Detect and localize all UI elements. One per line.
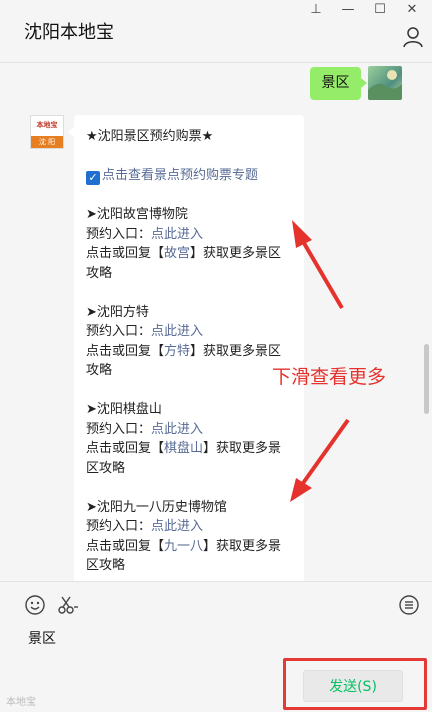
scissors-icon[interactable] [56,594,80,616]
maximize-icon[interactable]: ☐ [368,2,392,17]
entry-label: 预约入口： [86,324,152,339]
user-icon[interactable] [402,26,424,48]
entry-link[interactable]: 点此进入 [151,227,203,242]
pin-icon[interactable]: ⊥ [304,2,328,17]
close-icon[interactable]: ✕ [400,2,424,17]
avatar-bottom-text: 沈 阳 [31,136,63,148]
entry-link[interactable]: 点此进入 [151,324,203,339]
reply-prefix: 点击或回复【 [86,538,165,554]
minimize-icon[interactable]: — [336,2,360,17]
chat-scrollbar[interactable] [424,344,429,414]
entry-label: 预约入口： [86,421,152,437]
history-icon[interactable] [398,594,420,616]
section-title: ➤沈阳棋盘山 [86,402,162,417]
reply-prefix: 点击或回复【 [86,343,165,359]
my-avatar[interactable] [368,66,402,100]
entry-link[interactable]: 点此进入 [151,519,203,534]
message-input[interactable]: 景区 [28,628,56,648]
scroll-hint-annotation: 下滑查看更多 [272,366,387,388]
section-title: ➤沈阳方特 [86,304,149,320]
reply-keyword[interactable]: 九一八 [164,539,203,554]
entry-label: 预约入口： [86,226,152,242]
checkbox-icon: ✓ [86,171,100,185]
emoji-icon[interactable] [24,594,46,616]
title-bar: 沈阳本地宝 ⊥ — ☐ ✕ [0,0,432,63]
account-avatar[interactable]: 本地宝 沈 阳 [30,115,64,149]
topic-row[interactable]: ✓ 点击查看景点预约购票专题 [86,166,292,186]
reply-prefix: 点击或回复【 [86,246,165,261]
chat-title: 沈阳本地宝 [24,22,114,43]
section-title: ➤沈阳九一八历史博物馆 [86,499,227,515]
reply-prefix: 点击或回复【 [86,441,165,456]
reply-keyword[interactable]: 棋盘山 [164,441,203,456]
chat-area[interactable]: 景区 本地宝 沈 阳 ★沈阳景区预约购票★ ✓ 点击查看景点预约购票专题 ➤沈阳故… [0,63,432,581]
avatar-top-text: 本地宝 [36,121,58,129]
outgoing-message[interactable]: 景区 [310,67,367,100]
message-heading: ★沈阳景区预约购票★ [86,129,214,144]
entry-label: 预约入口： [86,519,152,534]
reply-keyword[interactable]: 方特 [164,344,190,359]
watermark: 本地宝 [6,697,36,708]
send-button[interactable]: 发送(S) [303,670,403,702]
section-title: ➤沈阳故宫博物院 [86,207,188,222]
input-area: 景区 发送(S) 本地宝 [0,581,432,712]
reply-keyword[interactable]: 故宫 [164,246,190,261]
topic-link[interactable]: 点击查看景点预约购票专题 [102,168,258,183]
entry-link[interactable]: 点此进入 [151,422,203,437]
incoming-message: ★沈阳景区预约购票★ ✓ 点击查看景点预约购票专题 ➤沈阳故宫博物院 预约入口：点… [68,115,304,581]
